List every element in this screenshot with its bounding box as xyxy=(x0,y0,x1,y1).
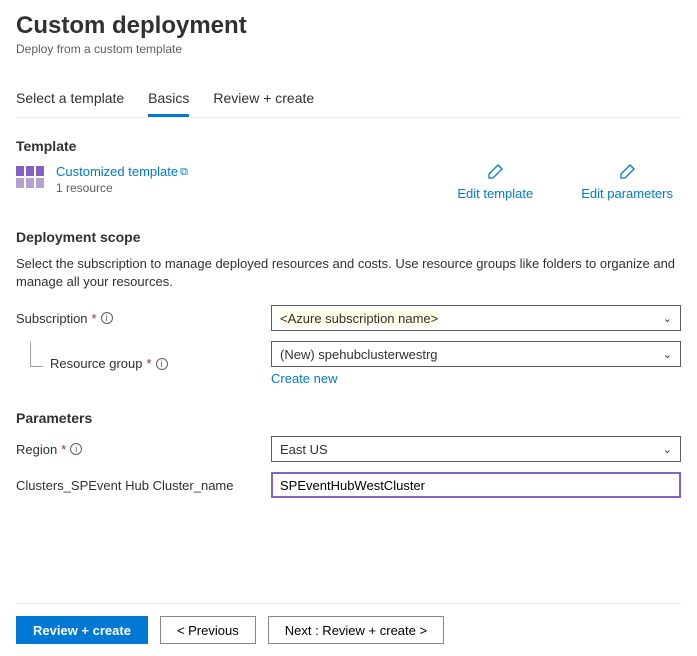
edit-template-button[interactable]: Edit template xyxy=(457,164,533,201)
scope-heading: Deployment scope xyxy=(16,229,681,245)
previous-button[interactable]: < Previous xyxy=(160,616,256,644)
edit-parameters-button[interactable]: Edit parameters xyxy=(581,164,673,201)
subscription-value: <Azure subscription name> xyxy=(280,311,438,326)
tabs: Select a template Basics Review + create xyxy=(16,84,681,118)
required-indicator: * xyxy=(92,311,97,326)
footer: Review + create < Previous Next : Review… xyxy=(16,603,681,644)
customized-template-link[interactable]: Customized template⧉ xyxy=(56,164,188,179)
resource-count: 1 resource xyxy=(56,181,188,195)
region-value: East US xyxy=(280,442,328,457)
region-select[interactable]: East US ⌄ xyxy=(271,436,681,462)
required-indicator: * xyxy=(147,356,152,371)
pencil-icon xyxy=(487,164,503,180)
pencil-icon xyxy=(619,164,635,180)
required-indicator: * xyxy=(61,442,66,457)
chevron-down-icon: ⌄ xyxy=(663,443,672,456)
create-new-link[interactable]: Create new xyxy=(271,371,337,386)
info-icon[interactable]: i xyxy=(101,312,113,324)
next-button[interactable]: Next : Review + create > xyxy=(268,616,444,644)
page-subtitle: Deploy from a custom template xyxy=(16,42,681,56)
edit-parameters-label: Edit parameters xyxy=(581,186,673,201)
resource-group-select[interactable]: (New) spehubclusterwestrg ⌄ xyxy=(271,341,681,367)
page-title: Custom deployment xyxy=(16,12,681,40)
customized-template-label: Customized template xyxy=(56,164,178,179)
review-create-button[interactable]: Review + create xyxy=(16,616,148,644)
scope-description: Select the subscription to manage deploy… xyxy=(16,255,681,291)
cluster-name-label: Clusters_SPEvent Hub Cluster_name xyxy=(16,478,234,493)
template-heading: Template xyxy=(16,138,681,154)
chevron-down-icon: ⌄ xyxy=(663,348,672,361)
cluster-name-field[interactable] xyxy=(280,478,672,493)
tab-basics[interactable]: Basics xyxy=(148,84,189,117)
resource-group-label: Resource group xyxy=(50,356,143,371)
tab-select-template[interactable]: Select a template xyxy=(16,84,124,117)
external-icon: ⧉ xyxy=(180,166,188,178)
resource-group-value: (New) spehubclusterwestrg xyxy=(280,347,438,362)
subscription-label: Subscription xyxy=(16,311,88,326)
cluster-name-input[interactable] xyxy=(271,472,681,498)
subscription-select[interactable]: <Azure subscription name> ⌄ xyxy=(271,305,681,331)
chevron-down-icon: ⌄ xyxy=(663,312,672,325)
info-icon[interactable]: i xyxy=(70,443,82,455)
info-icon[interactable]: i xyxy=(156,358,168,370)
edit-template-label: Edit template xyxy=(457,186,533,201)
region-label: Region xyxy=(16,442,57,457)
parameters-heading: Parameters xyxy=(16,410,681,426)
tab-review-create[interactable]: Review + create xyxy=(213,84,314,117)
template-icon xyxy=(16,166,44,188)
